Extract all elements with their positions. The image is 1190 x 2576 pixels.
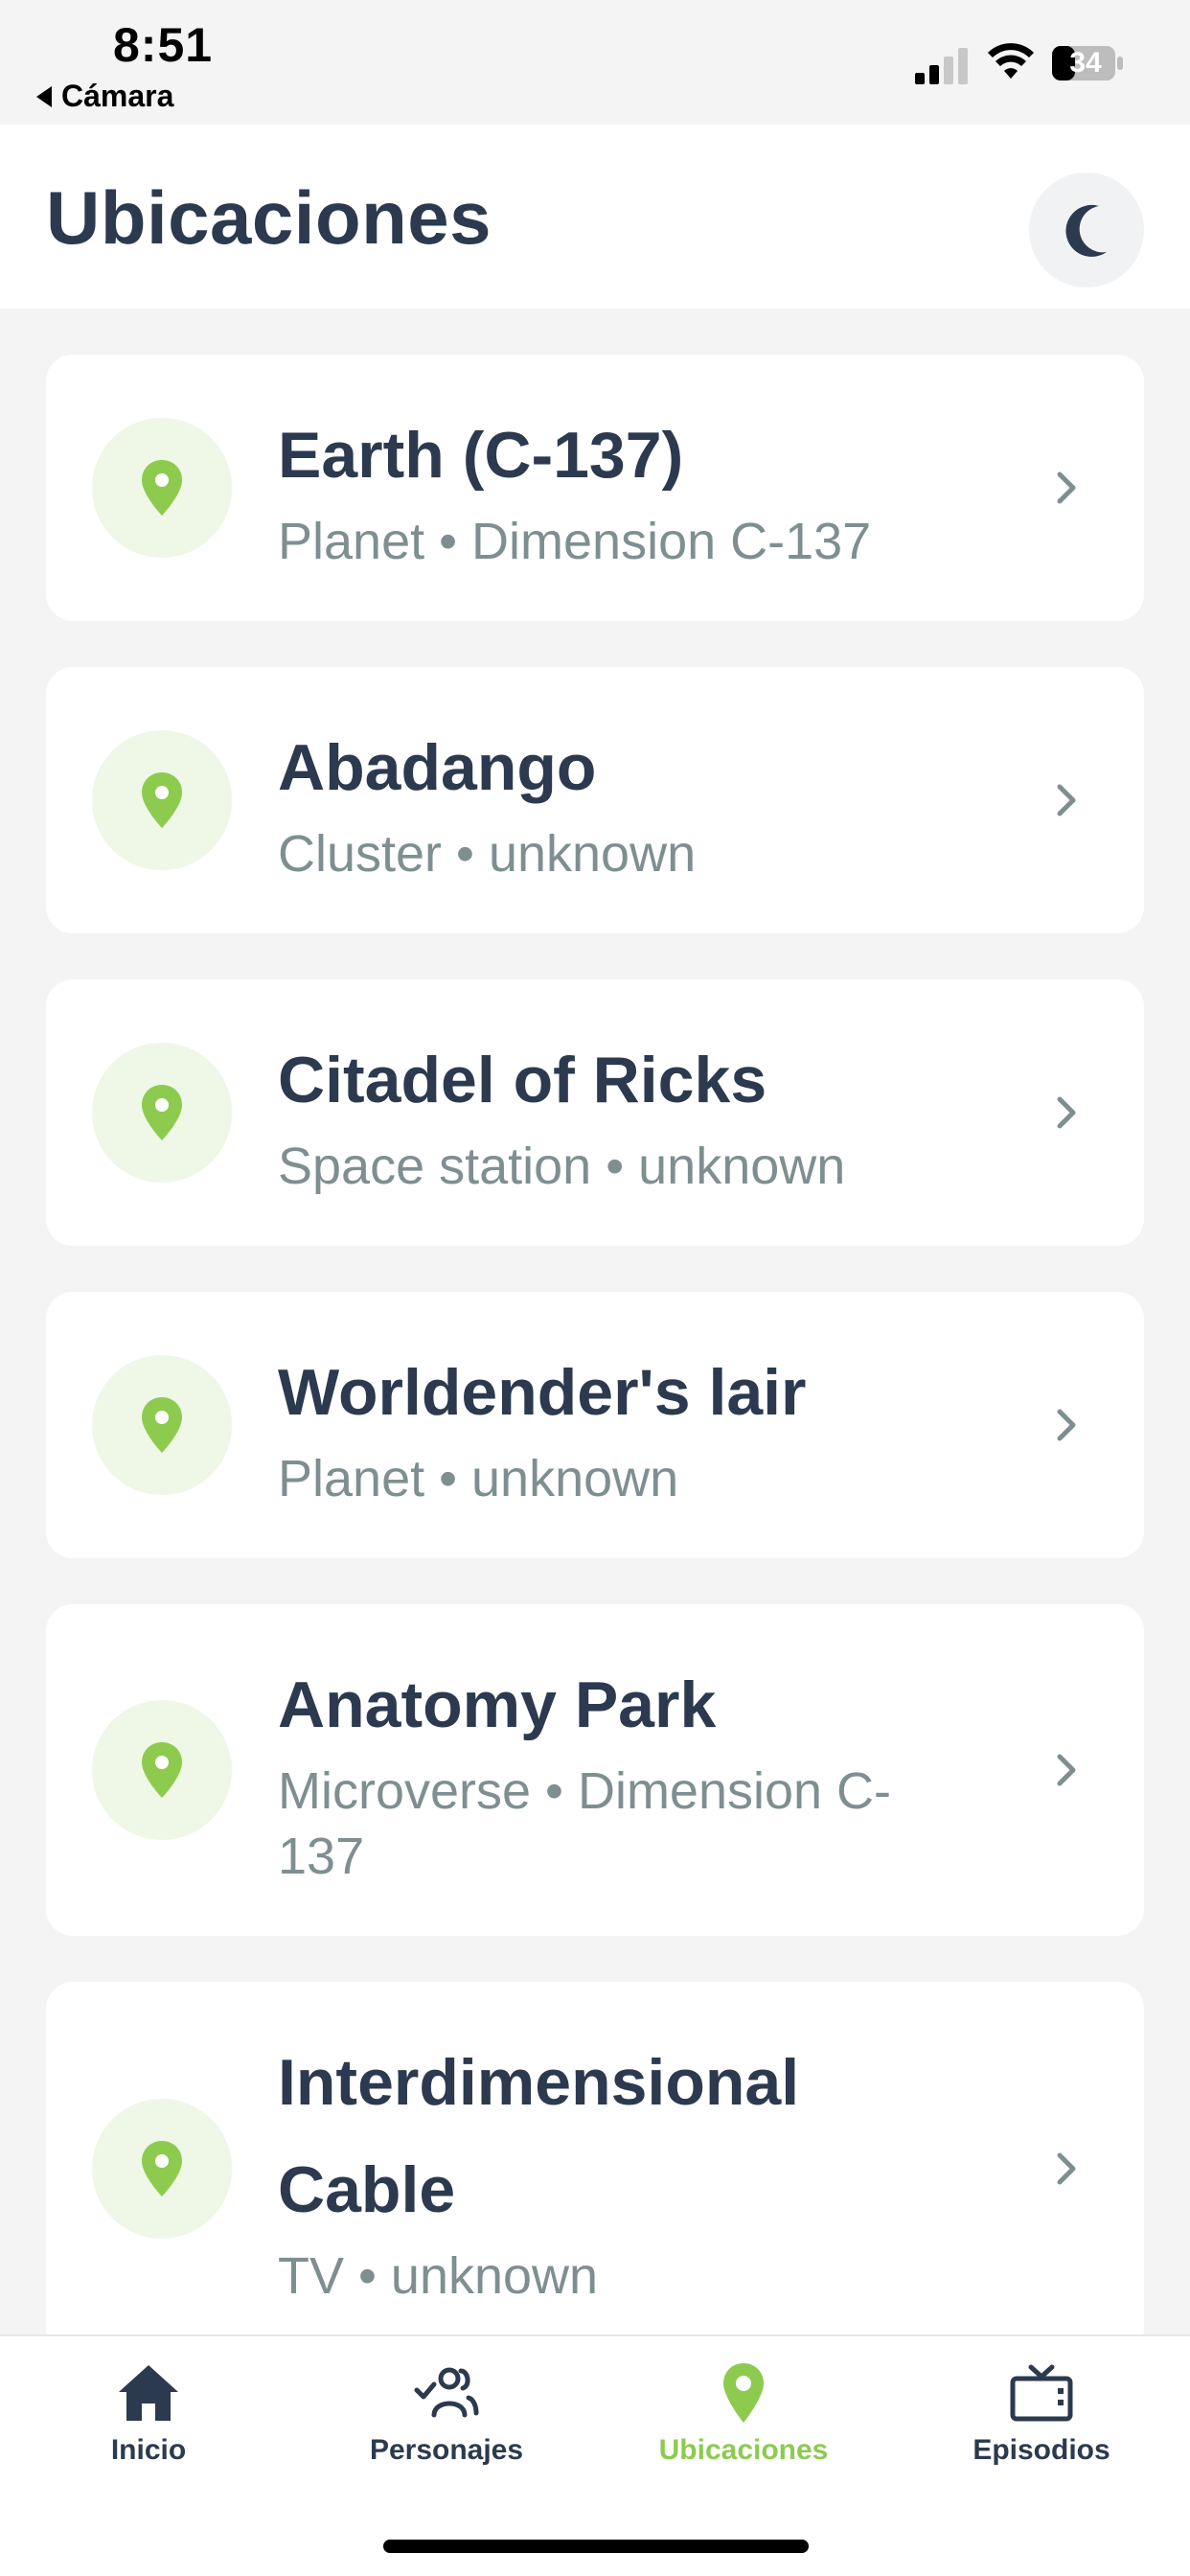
people-icon xyxy=(414,2367,479,2418)
back-to-app-link[interactable]: Cámara xyxy=(36,79,173,114)
chevron-right-icon xyxy=(1057,1754,1076,1786)
location-card[interactable]: Citadel of Ricks Space station • unknown xyxy=(46,979,1144,1246)
location-pin-badge xyxy=(92,418,232,558)
status-time: 8:51 xyxy=(113,18,214,72)
battery-level: 34 xyxy=(1069,47,1102,79)
tab-ubicaciones[interactable]: Ubicaciones xyxy=(629,2361,858,2467)
home-icon xyxy=(119,2365,178,2421)
tab-episodios[interactable]: Episodios xyxy=(927,2361,1156,2467)
location-name: Earth (C-137) xyxy=(278,419,684,492)
tab-label: Personajes xyxy=(369,2434,524,2466)
back-app-label: Cámara xyxy=(61,79,174,113)
page-title: Ubicaciones xyxy=(46,175,492,260)
header: Ubicaciones xyxy=(0,125,1190,309)
chevron-right-icon xyxy=(1057,1096,1076,1129)
location-meta: TV • unknown xyxy=(278,2247,599,2305)
location-pin-badge xyxy=(92,1355,232,1495)
tab-label: Ubicaciones xyxy=(658,2434,829,2466)
location-name: Interdimensional Cable xyxy=(278,2046,800,2226)
cellular-signal-icon xyxy=(915,48,968,84)
theme-toggle-button[interactable] xyxy=(1029,172,1144,288)
location-meta: Cluster • unknown xyxy=(278,825,697,883)
status-bar: 8:51 Cámara 34 xyxy=(0,0,1190,125)
location-pin-badge xyxy=(92,1043,232,1183)
location-meta: Planet • Dimension C-137 xyxy=(278,513,872,570)
location-name: Abadango xyxy=(278,731,597,804)
location-name: Citadel of Ricks xyxy=(278,1044,767,1116)
wifi-icon xyxy=(988,43,1034,79)
location-card[interactable]: Anatomy Park Microverse • Dimension C-13… xyxy=(46,1604,1144,1936)
location-meta: Planet • unknown xyxy=(278,1450,679,1507)
back-arrow-icon xyxy=(36,85,52,107)
location-name: Worldender's lair xyxy=(278,1356,807,1429)
chevron-right-icon xyxy=(1057,472,1076,504)
location-pin-badge xyxy=(92,1700,232,1840)
chevron-right-icon xyxy=(1057,784,1076,816)
home-indicator[interactable] xyxy=(383,2540,809,2553)
tab-label: Inicio xyxy=(110,2434,187,2466)
tab-personajes[interactable]: Personajes xyxy=(332,2361,561,2467)
moon-icon xyxy=(1065,204,1107,257)
location-card[interactable]: Earth (C-137) Planet • Dimension C-137 xyxy=(46,355,1144,621)
tab-inicio[interactable]: Inicio xyxy=(34,2361,263,2467)
location-pin-icon xyxy=(142,1397,182,1453)
location-pin-badge xyxy=(92,2099,232,2239)
tv-icon xyxy=(1010,2364,1073,2422)
tab-label: Episodios xyxy=(973,2434,1110,2466)
locations-list: Earth (C-137) Planet • Dimension C-137 A… xyxy=(46,355,1144,2402)
location-pin-icon xyxy=(142,2141,182,2196)
location-card[interactable]: Worldender's lair Planet • unknown xyxy=(46,1292,1144,1558)
screen: 8:51 Cámara 34 Ubicaciones Earth (C-137)… xyxy=(0,0,1190,2576)
location-pin-icon xyxy=(142,460,182,516)
location-pin-icon xyxy=(723,2363,764,2423)
chevron-right-icon xyxy=(1057,1409,1076,1441)
location-pin-icon xyxy=(142,1085,182,1140)
location-meta: Space station • unknown xyxy=(278,1138,846,1195)
location-card[interactable]: Abadango Cluster • unknown xyxy=(46,667,1144,933)
location-name: Anatomy Park xyxy=(278,1668,717,1741)
location-pin-icon xyxy=(142,1742,182,1798)
location-pin-icon xyxy=(142,772,182,828)
location-card[interactable]: Interdimensional Cable TV • unknown xyxy=(46,1982,1144,2356)
location-pin-badge xyxy=(92,730,232,870)
chevron-right-icon xyxy=(1057,2152,1076,2185)
location-meta: Microverse • Dimension C-137 xyxy=(278,1762,892,1885)
